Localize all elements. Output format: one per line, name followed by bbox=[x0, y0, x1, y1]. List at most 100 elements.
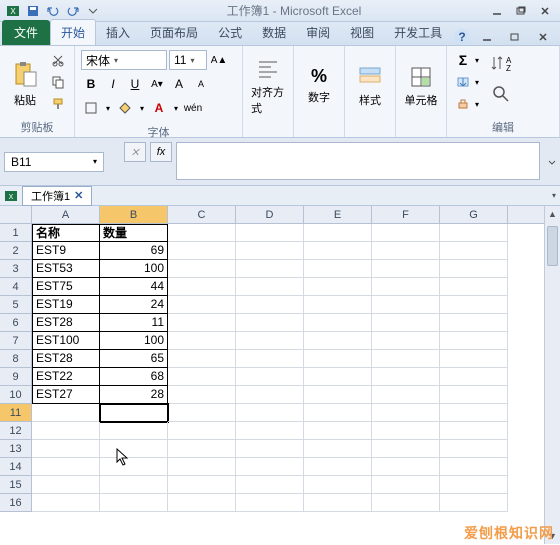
alignment-button[interactable]: 对齐方式 bbox=[249, 50, 287, 121]
cell-C11[interactable] bbox=[168, 404, 236, 422]
cell-G16[interactable] bbox=[440, 494, 508, 512]
tab-review[interactable]: 审阅 bbox=[296, 20, 340, 45]
cell-E1[interactable] bbox=[304, 224, 372, 242]
row-header-5[interactable]: 5 bbox=[0, 296, 31, 314]
cell-G6[interactable] bbox=[440, 314, 508, 332]
cell-B3[interactable]: 100 bbox=[100, 260, 168, 278]
border-dropdown-icon[interactable]: ▾ bbox=[103, 98, 113, 118]
bold-button[interactable]: B bbox=[81, 74, 101, 94]
row-header-7[interactable]: 7 bbox=[0, 332, 31, 350]
cell-E8[interactable] bbox=[304, 350, 372, 368]
cell-F8[interactable] bbox=[372, 350, 440, 368]
cell-C14[interactable] bbox=[168, 458, 236, 476]
cell-C2[interactable] bbox=[168, 242, 236, 260]
row-header-3[interactable]: 3 bbox=[0, 260, 31, 278]
cell-G15[interactable] bbox=[440, 476, 508, 494]
cell-C13[interactable] bbox=[168, 440, 236, 458]
cell-E7[interactable] bbox=[304, 332, 372, 350]
column-header-B[interactable]: B bbox=[100, 206, 168, 223]
tab-insert[interactable]: 插入 bbox=[96, 20, 140, 45]
cell-B9[interactable]: 68 bbox=[100, 368, 168, 386]
cell-F4[interactable] bbox=[372, 278, 440, 296]
cell-E2[interactable] bbox=[304, 242, 372, 260]
ribbon-close-button[interactable] bbox=[532, 29, 554, 45]
tab-page-layout[interactable]: 页面布局 bbox=[140, 20, 208, 45]
name-box[interactable]: B11 ▾ bbox=[4, 152, 104, 172]
cell-A10[interactable]: EST27 bbox=[32, 386, 100, 404]
row-header-10[interactable]: 10 bbox=[0, 386, 31, 404]
cell-E3[interactable] bbox=[304, 260, 372, 278]
cell-G7[interactable] bbox=[440, 332, 508, 350]
cell-D15[interactable] bbox=[236, 476, 304, 494]
tab-view[interactable]: 视图 bbox=[340, 20, 384, 45]
fx-button[interactable]: fx bbox=[150, 142, 172, 162]
formula-bar-expand-icon[interactable] bbox=[544, 138, 560, 185]
cell-D11[interactable] bbox=[236, 404, 304, 422]
cell-E15[interactable] bbox=[304, 476, 372, 494]
cell-C10[interactable] bbox=[168, 386, 236, 404]
cell-D14[interactable] bbox=[236, 458, 304, 476]
cell-C16[interactable] bbox=[168, 494, 236, 512]
fill-dropdown-icon[interactable]: ▾ bbox=[137, 98, 147, 118]
cell-D13[interactable] bbox=[236, 440, 304, 458]
redo-icon[interactable] bbox=[64, 2, 82, 20]
cell-B13[interactable] bbox=[100, 440, 168, 458]
chevron-down-icon[interactable]: ▾ bbox=[475, 56, 479, 65]
scrollbar-thumb[interactable] bbox=[547, 226, 558, 266]
row-header-15[interactable]: 15 bbox=[0, 476, 31, 494]
row-header-13[interactable]: 13 bbox=[0, 440, 31, 458]
cell-B14[interactable] bbox=[100, 458, 168, 476]
row-header-9[interactable]: 9 bbox=[0, 368, 31, 386]
fill-color-icon[interactable] bbox=[115, 98, 135, 118]
cell-A14[interactable] bbox=[32, 458, 100, 476]
find-select-icon[interactable] bbox=[487, 80, 515, 108]
ribbon-minimize-button[interactable] bbox=[476, 29, 498, 45]
cell-D16[interactable] bbox=[236, 494, 304, 512]
underline-button[interactable]: U bbox=[125, 74, 145, 94]
cell-B8[interactable]: 65 bbox=[100, 350, 168, 368]
shrink-font-icon[interactable]: A bbox=[191, 74, 211, 94]
paste-button[interactable]: 粘贴 bbox=[6, 50, 44, 117]
font-color-icon[interactable]: A bbox=[149, 98, 169, 118]
cell-F2[interactable] bbox=[372, 242, 440, 260]
cells-button[interactable]: 单元格 bbox=[402, 50, 440, 121]
column-header-F[interactable]: F bbox=[372, 206, 440, 223]
cell-B2[interactable]: 69 bbox=[100, 242, 168, 260]
cell-E4[interactable] bbox=[304, 278, 372, 296]
cell-E16[interactable] bbox=[304, 494, 372, 512]
cell-C1[interactable] bbox=[168, 224, 236, 242]
cell-C8[interactable] bbox=[168, 350, 236, 368]
cell-G5[interactable] bbox=[440, 296, 508, 314]
cell-G14[interactable] bbox=[440, 458, 508, 476]
cell-A9[interactable]: EST22 bbox=[32, 368, 100, 386]
cells-area[interactable]: 名称数量EST969EST53100EST7544EST1924EST2811E… bbox=[32, 224, 544, 544]
cell-C6[interactable] bbox=[168, 314, 236, 332]
copy-icon[interactable] bbox=[48, 72, 68, 92]
cell-F3[interactable] bbox=[372, 260, 440, 278]
cell-G2[interactable] bbox=[440, 242, 508, 260]
excel-icon[interactable]: X bbox=[4, 2, 22, 20]
cell-C7[interactable] bbox=[168, 332, 236, 350]
help-icon[interactable]: ? bbox=[454, 29, 470, 45]
cell-A12[interactable] bbox=[32, 422, 100, 440]
cell-C15[interactable] bbox=[168, 476, 236, 494]
row-header-16[interactable]: 16 bbox=[0, 494, 31, 512]
styles-button[interactable]: 样式 bbox=[351, 50, 389, 121]
cell-E11[interactable] bbox=[304, 404, 372, 422]
cell-D6[interactable] bbox=[236, 314, 304, 332]
cell-E14[interactable] bbox=[304, 458, 372, 476]
cell-F5[interactable] bbox=[372, 296, 440, 314]
cell-E12[interactable] bbox=[304, 422, 372, 440]
phonetic-icon[interactable]: wén bbox=[183, 98, 203, 118]
cell-C4[interactable] bbox=[168, 278, 236, 296]
row-header-11[interactable]: 11 bbox=[0, 404, 31, 422]
cell-F1[interactable] bbox=[372, 224, 440, 242]
tab-developer[interactable]: 开发工具 bbox=[384, 20, 452, 45]
cell-C12[interactable] bbox=[168, 422, 236, 440]
cell-E10[interactable] bbox=[304, 386, 372, 404]
cell-A11[interactable] bbox=[32, 404, 100, 422]
cell-D10[interactable] bbox=[236, 386, 304, 404]
cell-F7[interactable] bbox=[372, 332, 440, 350]
cell-D1[interactable] bbox=[236, 224, 304, 242]
cell-G12[interactable] bbox=[440, 422, 508, 440]
